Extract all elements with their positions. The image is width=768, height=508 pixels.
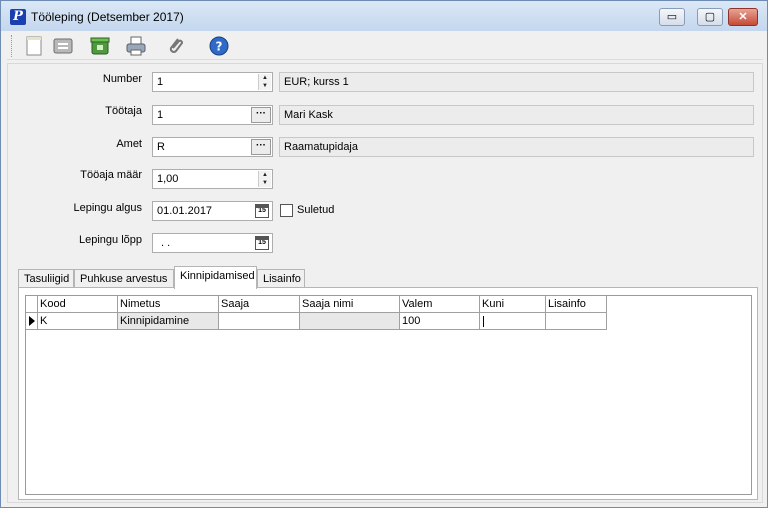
- tootaja-name-display: Mari Kask: [279, 105, 754, 125]
- cell-lisainfo[interactable]: [546, 313, 607, 330]
- current-row-indicator-icon[interactable]: [26, 313, 38, 330]
- tooaja-maar-field[interactable]: 1,00 ▲ ▼: [152, 169, 273, 189]
- lepingu-algus-value: 01.01.2017: [157, 205, 213, 217]
- amet-name-display: Raamatupidaja: [279, 137, 754, 157]
- kinnipidamised-tab-page: Kood Nimetus Saaja Saaja nimi Valem Kuni…: [18, 287, 758, 500]
- print-icon[interactable]: [125, 35, 147, 57]
- row-header-corner: [26, 296, 38, 313]
- calendar-icon[interactable]: 15: [255, 204, 269, 218]
- column-header-nimetus[interactable]: Nimetus: [118, 296, 219, 313]
- lepingu-lopp-field[interactable]: . . 15: [152, 233, 273, 253]
- toolbar-grip[interactable]: [11, 35, 13, 57]
- application-window: P Tööleping (Detsember 2017) ▭ ▢ ✕ ? Num…: [0, 0, 768, 508]
- column-header-kood[interactable]: Kood: [38, 296, 118, 313]
- tootaja-field[interactable]: 1 ···: [152, 105, 273, 125]
- column-header-saaja[interactable]: Saaja: [219, 296, 300, 313]
- text-caret: [483, 316, 484, 327]
- help-icon-glyph: ?: [216, 40, 223, 54]
- attachment-icon[interactable]: [164, 35, 186, 57]
- tooaja-maar-value: 1,00: [157, 173, 179, 185]
- cell-saaja-nimi[interactable]: [300, 313, 400, 330]
- delete-bin-icon[interactable]: [89, 35, 111, 57]
- tab-lisainfo[interactable]: Lisainfo: [257, 269, 305, 288]
- cell-kood[interactable]: K: [38, 313, 118, 330]
- title-bar[interactable]: P Tööleping (Detsember 2017) ▭ ▢ ✕: [1, 1, 767, 31]
- calendar-icon[interactable]: 15: [255, 236, 269, 250]
- suletud-label: Suletud: [297, 204, 335, 216]
- tab-tasuliigid[interactable]: Tasuliigid: [18, 269, 74, 288]
- tab-puhkuse-arvestus[interactable]: Puhkuse arvestus: [74, 269, 174, 288]
- tootaja-lookup-button[interactable]: ···: [251, 107, 271, 123]
- lepingu-algus-label: Lepingu algus: [73, 202, 142, 214]
- cell-valem[interactable]: 100: [400, 313, 480, 330]
- window-title: Tööleping (Detsember 2017): [31, 10, 184, 24]
- close-button[interactable]: ✕: [728, 8, 758, 26]
- amet-field[interactable]: R ···: [152, 137, 273, 157]
- cell-nimetus[interactable]: Kinnipidamine: [118, 313, 219, 330]
- lepingu-lopp-label: Lepingu lõpp: [78, 234, 142, 246]
- deductions-grid[interactable]: Kood Nimetus Saaja Saaja nimi Valem Kuni…: [25, 295, 752, 495]
- currency-display: EUR; kurss 1: [279, 72, 754, 92]
- column-header-valem[interactable]: Valem: [400, 296, 480, 313]
- number-label: Number: [102, 73, 142, 85]
- tooaja-maar-spinner[interactable]: ▲ ▼: [258, 171, 271, 187]
- tootaja-label: Töötaja: [105, 105, 142, 117]
- tootaja-value: 1: [157, 109, 164, 121]
- cell-saaja[interactable]: [219, 313, 300, 330]
- spin-up-icon[interactable]: ▲: [259, 171, 271, 179]
- new-document-icon[interactable]: [23, 35, 45, 57]
- number-spinner[interactable]: ▲ ▼: [258, 74, 271, 90]
- amet-label: Amet: [116, 138, 142, 150]
- amet-lookup-button[interactable]: ···: [251, 139, 271, 155]
- number-value: 1: [157, 76, 164, 88]
- spin-down-icon[interactable]: ▼: [259, 179, 271, 187]
- amet-value: R: [157, 141, 165, 153]
- column-header-saaja-nimi[interactable]: Saaja nimi: [300, 296, 400, 313]
- lepingu-lopp-value: . .: [161, 237, 171, 249]
- app-logo-icon: P: [10, 9, 26, 25]
- column-header-lisainfo[interactable]: Lisainfo: [546, 296, 607, 313]
- cell-kuni[interactable]: [480, 313, 546, 330]
- form-panel: Number 1 ▲ ▼ EUR; kurss 1 Töötaja 1 ··· …: [7, 63, 763, 503]
- suletud-checkbox[interactable]: [280, 204, 293, 217]
- number-field[interactable]: 1 ▲ ▼: [152, 72, 273, 92]
- spin-up-icon[interactable]: ▲: [259, 74, 271, 82]
- toolbar: ?: [7, 32, 763, 60]
- minimize-button[interactable]: ▭: [659, 8, 685, 26]
- lepingu-algus-field[interactable]: 01.01.2017 15: [152, 201, 273, 221]
- help-icon[interactable]: ?: [208, 35, 230, 57]
- tab-kinnipidamised[interactable]: Kinnipidamised: [174, 266, 257, 289]
- tooaja-maar-label: Tööaja määr: [80, 169, 142, 181]
- maximize-button[interactable]: ▢: [697, 8, 723, 26]
- spin-down-icon[interactable]: ▼: [259, 82, 271, 90]
- save-card-icon[interactable]: [52, 35, 74, 57]
- column-header-kuni[interactable]: Kuni: [480, 296, 546, 313]
